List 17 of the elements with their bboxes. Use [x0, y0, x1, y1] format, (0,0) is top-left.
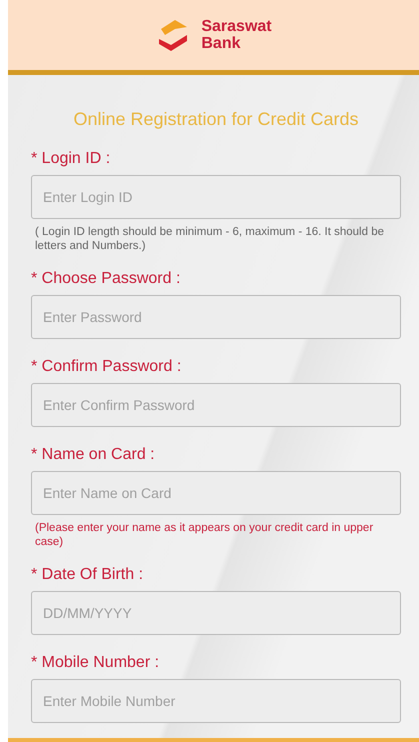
field-label: * Date Of Birth :	[31, 566, 144, 584]
bank-name: Bank	[201, 35, 242, 52]
input-field[interactable]: Enter Mobile Number	[31, 679, 401, 723]
field-label: * Mobile Number :	[31, 654, 160, 672]
input-field[interactable]: DD/MM/YYYY	[31, 591, 401, 635]
field-label: * Choose Password :	[31, 270, 182, 288]
hint-text: (Please enter your name as it appears on your credit card in upper case)	[35, 521, 374, 549]
field-label: * Confirm Password :	[31, 358, 182, 376]
field-label: * Name on Card :	[31, 446, 156, 464]
field-label: * Login ID :	[31, 150, 112, 168]
input-field[interactable]: Enter Name on Card	[31, 471, 401, 515]
input-field[interactable]: Enter Password	[31, 295, 401, 339]
input-field[interactable]: Enter Login ID	[31, 175, 401, 219]
form-title: Online Registration for Credit Cards	[72, 109, 360, 130]
hint-text: ( Login ID length should be minimum - 6, maximum - 16. It should be letters and Numbers.)	[35, 225, 385, 253]
input-field[interactable]: Enter Confirm Password	[31, 383, 401, 427]
bank-name: Saraswat	[201, 18, 272, 35]
